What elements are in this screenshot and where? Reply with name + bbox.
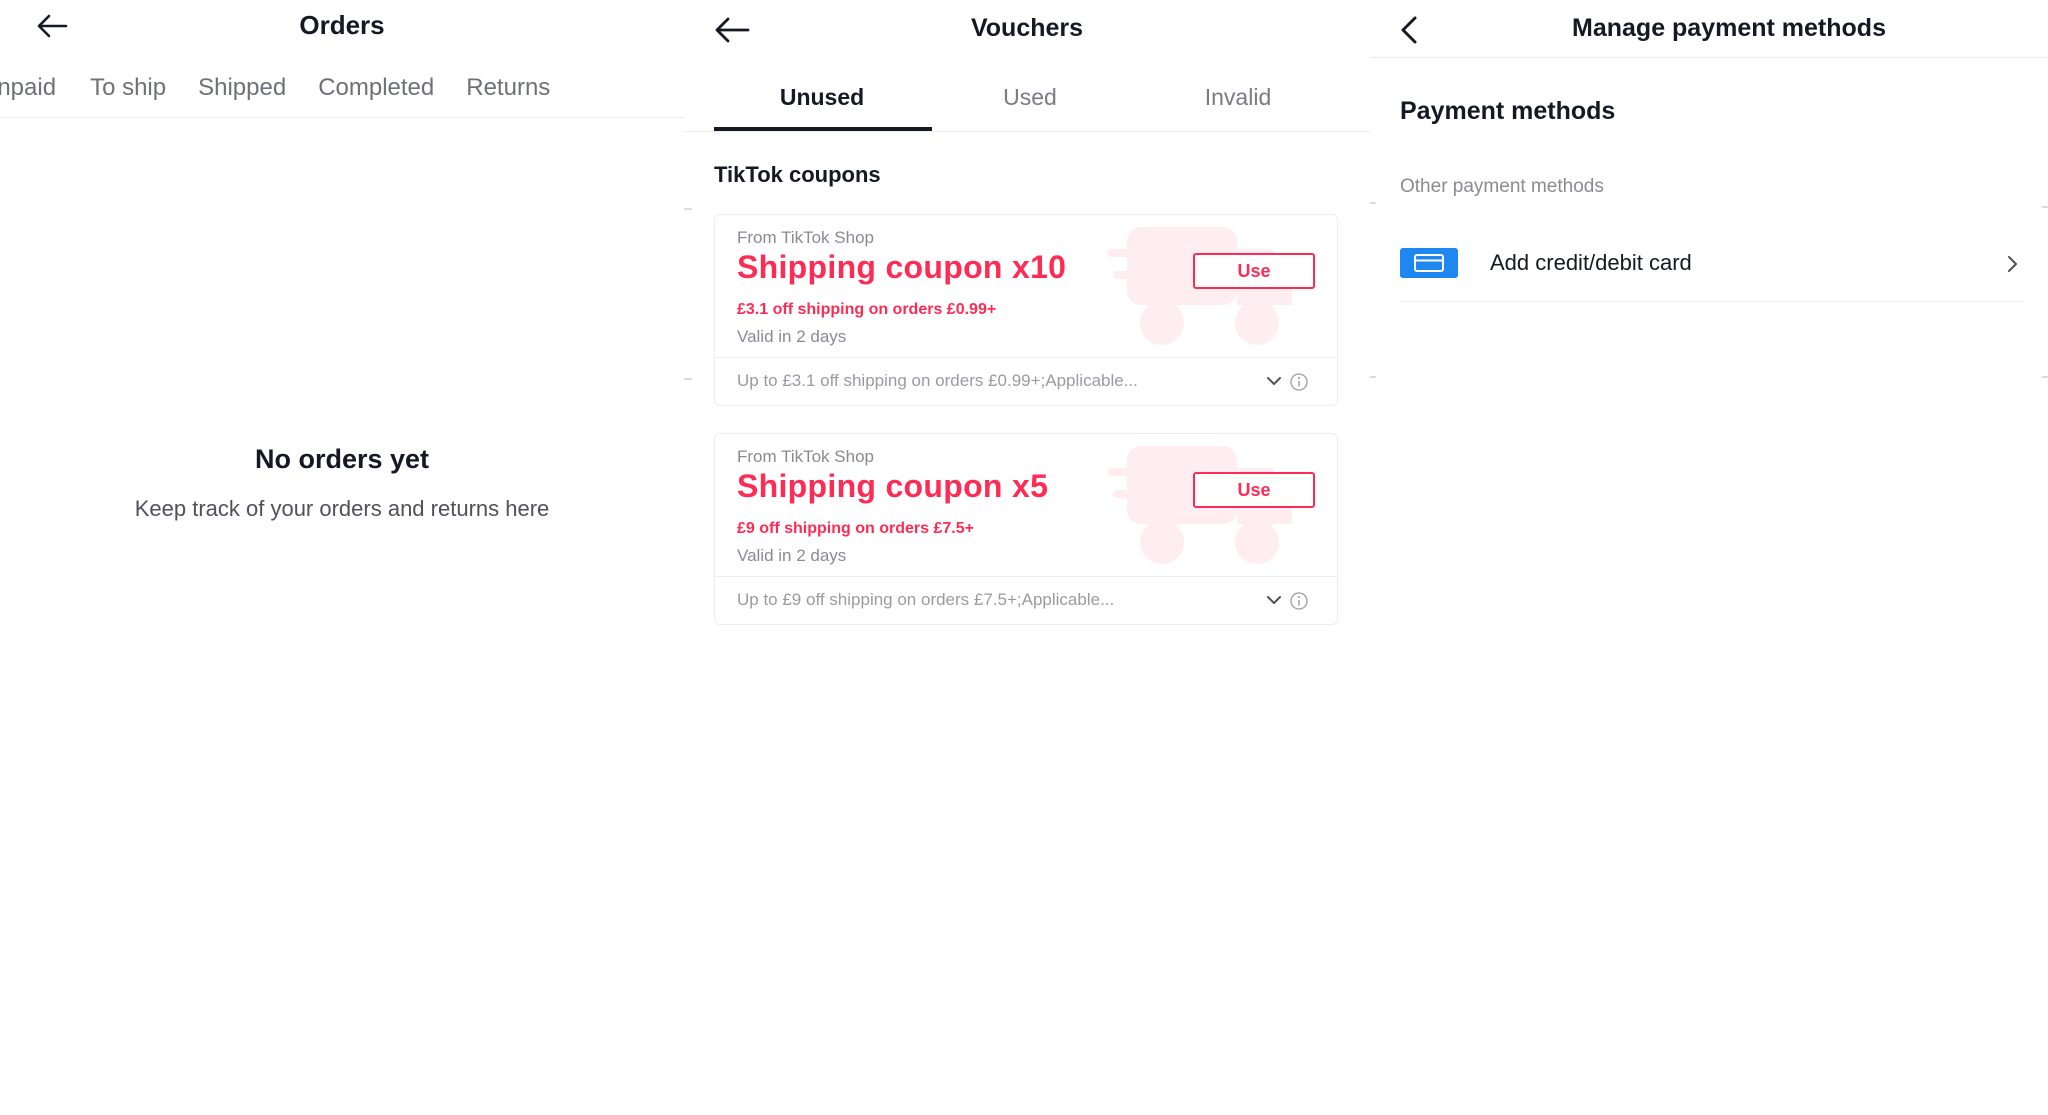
coupon-title: Shipping coupon x10	[737, 249, 1067, 285]
divider	[684, 131, 1370, 132]
tab-unused[interactable]: Unused	[714, 84, 930, 111]
chevron-down-icon[interactable]	[1263, 370, 1285, 392]
add-card-row[interactable]: Add credit/debit card	[1400, 230, 2024, 302]
coupon-body: From TikTok Shop Shipping coupon x5 £9 o…	[715, 434, 1337, 576]
orders-tab-bar: Unpaid To ship Shipped Completed Returns	[0, 74, 582, 102]
coupon-details-row[interactable]: Up to £9 off shipping on orders £7.5+;Ap…	[715, 576, 1337, 624]
page-title: Orders	[299, 10, 385, 40]
section-title: TikTok coupons	[714, 162, 881, 187]
add-card-label: Add credit/debit card	[1490, 250, 1692, 275]
orders-header: Orders	[0, 0, 684, 56]
divider	[1400, 301, 2024, 302]
coupon-details-text: Up to £3.1 off shipping on orders £0.99+…	[737, 371, 1138, 390]
info-icon[interactable]	[1289, 591, 1309, 611]
vouchers-tab-bar: Unused Used Invalid	[714, 68, 1370, 132]
vouchers-header: Vouchers	[684, 0, 1370, 56]
coupon-terms: £9 off shipping on orders £7.5+	[737, 520, 974, 537]
use-coupon-button[interactable]: Use	[1193, 472, 1315, 508]
tab-used[interactable]: Used	[922, 84, 1138, 111]
adjacent-screen-edge	[684, 208, 692, 380]
empty-state-title: No orders yet	[254, 444, 430, 474]
empty-state-subtitle: Keep track of your orders and returns he…	[134, 496, 550, 521]
coupon-validity: Valid in 2 days	[737, 327, 847, 346]
chevron-down-icon[interactable]	[1263, 589, 1285, 611]
tab-shipped[interactable]: Shipped	[198, 74, 286, 102]
tab-returns[interactable]: Returns	[466, 74, 550, 102]
adjacent-screen-edge	[2042, 206, 2048, 378]
coupon-terms: £3.1 off shipping on orders £0.99+	[737, 301, 997, 318]
subsection-label: Other payment methods	[1400, 176, 1604, 197]
tab-to-ship[interactable]: To ship	[90, 74, 166, 102]
coupon-source: From TikTok Shop	[737, 447, 874, 466]
coupon-details-row[interactable]: Up to £3.1 off shipping on orders £0.99+…	[715, 357, 1337, 405]
use-coupon-button[interactable]: Use	[1193, 253, 1315, 289]
payments-header: Manage payment methods	[1370, 0, 2048, 56]
orders-screen: Orders Unpaid To ship Shipped Completed …	[0, 0, 684, 1115]
payment-methods-screen: Manage payment methods Payment methods O…	[1370, 0, 2048, 1115]
page-title: Vouchers	[970, 14, 1084, 42]
tab-completed[interactable]: Completed	[318, 74, 434, 102]
coupon-body: From TikTok Shop Shipping coupon x10 £3.…	[715, 215, 1337, 357]
vouchers-screen: Vouchers Unused Used Invalid TikTok coup…	[684, 0, 1370, 1115]
page-title: Manage payment methods	[1572, 14, 1886, 42]
divider	[0, 117, 684, 118]
coupon-card: From TikTok Shop Shipping coupon x10 £3.…	[714, 214, 1338, 406]
tab-invalid[interactable]: Invalid	[1130, 84, 1346, 111]
chevron-right-icon	[2008, 256, 2017, 272]
credit-card-icon	[1400, 248, 1458, 278]
coupon-details-text: Up to £9 off shipping on orders £7.5+;Ap…	[737, 590, 1115, 609]
tab-unpaid[interactable]: Unpaid	[0, 74, 56, 102]
active-tab-indicator	[714, 127, 932, 131]
coupon-card: From TikTok Shop Shipping coupon x5 £9 o…	[714, 433, 1338, 625]
coupon-title: Shipping coupon x5	[737, 468, 1049, 504]
adjacent-screen-edge	[1370, 202, 1376, 378]
divider	[1370, 57, 2048, 58]
section-title: Payment methods	[1400, 97, 1616, 125]
info-icon[interactable]	[1289, 372, 1309, 392]
coupon-source: From TikTok Shop	[737, 228, 874, 247]
coupon-validity: Valid in 2 days	[737, 546, 847, 565]
